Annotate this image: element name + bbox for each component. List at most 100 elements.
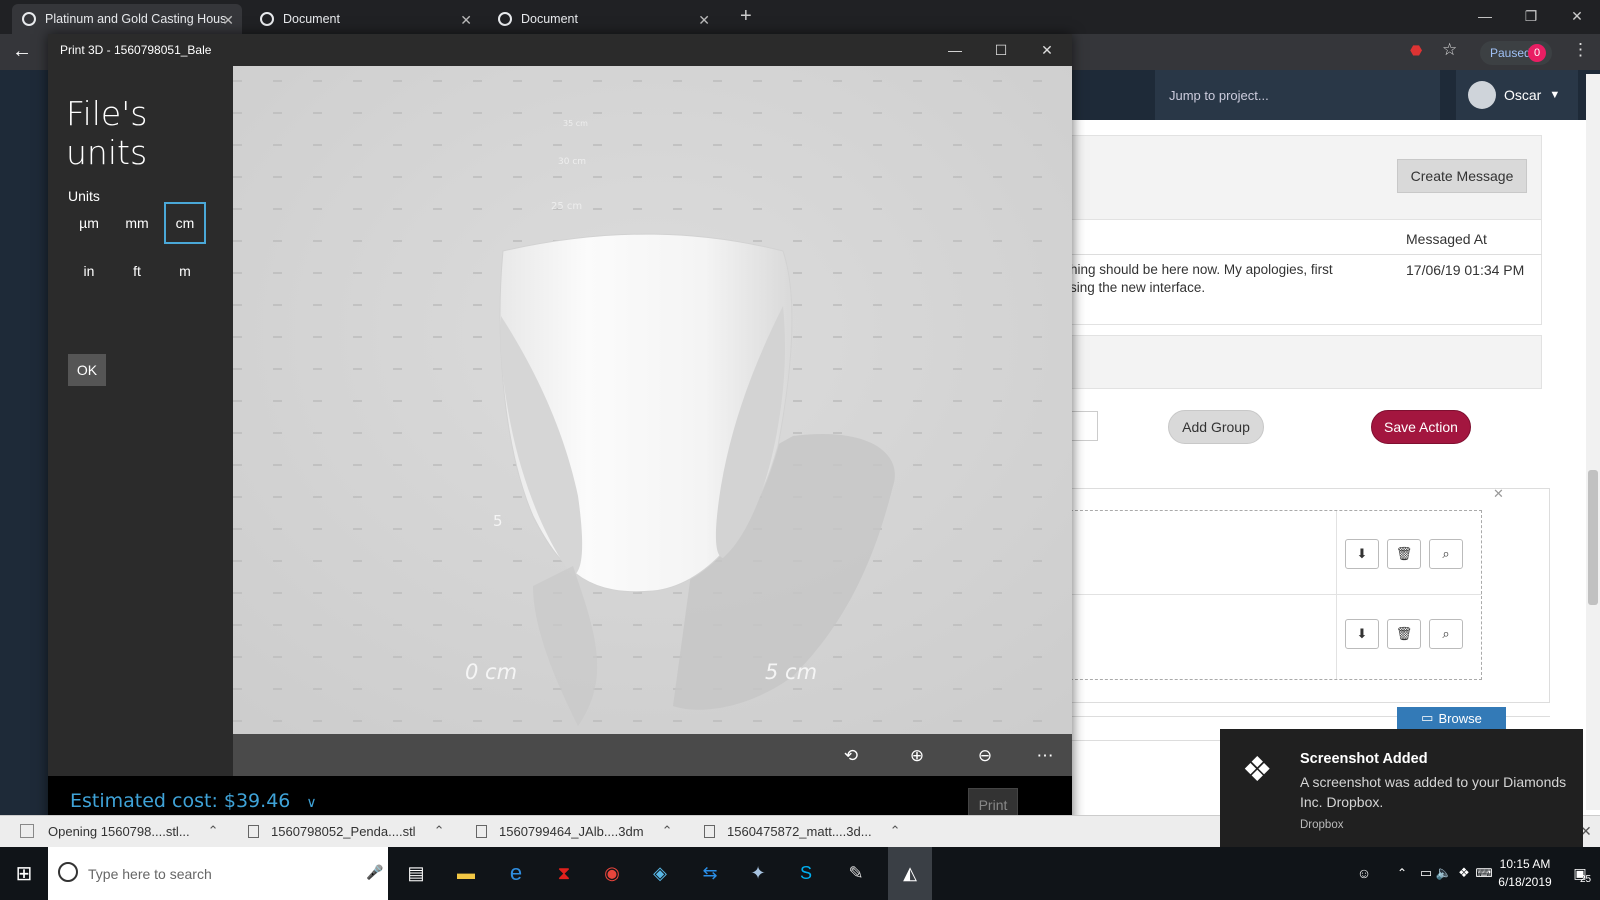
estimated-cost-dropdown[interactable]: Estimated cost: $39.46 ∨ <box>70 790 317 812</box>
chevron-up-icon[interactable]: ⌃ <box>208 823 219 839</box>
toast-title: Screenshot Added <box>1300 751 1428 767</box>
toast-source: Dropbox <box>1300 819 1344 831</box>
app-sidebar <box>0 70 48 815</box>
tab-platinum[interactable]: Platinum and Gold Casting House ✕ <box>12 4 242 34</box>
people-icon[interactable]: ☺ <box>1350 859 1378 887</box>
zoom-out-icon[interactable]: ⊖ <box>971 742 999 770</box>
file-dropzone[interactable] <box>1050 510 1482 680</box>
page-scrollbar[interactable] <box>1586 74 1600 810</box>
unit-um-button[interactable]: µm <box>68 202 110 244</box>
back-arrow-icon[interactable]: ← <box>12 40 32 63</box>
add-group-button[interactable]: Add Group <box>1168 410 1264 444</box>
file-explorer-icon[interactable]: ▬ <box>452 859 480 887</box>
ruler-label-5cm: 5 cm <box>765 660 817 684</box>
download-item[interactable]: 1560475872_matt....3d... ⌃ <box>704 823 900 839</box>
clock[interactable]: 10:15 AM 6/18/2019 <box>1490 855 1560 891</box>
print-3d-taskbar-icon[interactable]: ◭ <box>888 847 932 900</box>
new-tab-button[interactable]: + <box>740 5 752 28</box>
teamviewer-icon[interactable]: ⇆ <box>696 859 724 887</box>
3d-viewport[interactable]: 35 cm 30 cm 25 cm 5 0 cm 5 cm <box>233 66 1072 734</box>
save-action-button[interactable]: Save Action <box>1371 410 1471 444</box>
browse-button[interactable]: ▭ Browse <box>1397 707 1506 729</box>
view-toolbar: ⟲ ⊕ ⊖ ⋯ <box>233 734 1072 776</box>
download-label: Opening 1560798....stl... <box>48 823 190 839</box>
download-icon[interactable]: ⬇ <box>1345 539 1379 569</box>
clock-time: 10:15 AM <box>1499 857 1551 871</box>
dropbox-notification[interactable]: ❖ Screenshot Added A screenshot was adde… <box>1220 729 1583 848</box>
skype-icon[interactable]: S <box>792 859 820 887</box>
toast-body: A screenshot was added to your Diamonds … <box>1300 774 1567 810</box>
minimize-icon[interactable]: — <box>932 34 978 66</box>
extension-icon[interactable]: ⬣ <box>1410 42 1422 59</box>
dropbox-icon: ❖ <box>1242 751 1273 789</box>
profile-paused-button[interactable]: Paused 0 <box>1480 41 1552 65</box>
divider <box>1050 594 1482 595</box>
trash-icon[interactable]: 🗑 <box>1387 619 1421 649</box>
unit-mm-button[interactable]: mm <box>116 202 158 244</box>
zoom-icon[interactable]: ⌕ <box>1429 619 1463 649</box>
app-icon[interactable]: ✎ <box>842 859 870 887</box>
ok-button[interactable]: OK <box>68 354 106 386</box>
download-item[interactable]: 1560798052_Penda....stl ⌃ <box>248 823 444 839</box>
minimize-icon[interactable]: — <box>1462 0 1508 32</box>
microphone-icon[interactable]: 🎤 <box>366 864 383 881</box>
acrobat-icon[interactable]: ⧗ <box>550 859 578 887</box>
tab-label: Document <box>521 12 578 26</box>
chevron-up-icon[interactable]: ⌃ <box>434 823 445 839</box>
tab-document-1[interactable]: Document ✕ <box>250 4 480 34</box>
3d-scene: 35 cm 30 cm 25 cm 5 0 cm 5 cm <box>233 66 1072 734</box>
download-item[interactable]: 1560799464_JAlb....3dm ⌃ <box>476 823 672 839</box>
star-icon[interactable]: ☆ <box>1442 40 1457 60</box>
zoom-in-icon[interactable]: ⊕ <box>903 742 931 770</box>
chevron-up-icon[interactable]: ⌃ <box>662 823 673 839</box>
kebab-menu-icon[interactable]: ⋮ <box>1572 40 1589 60</box>
clock-date: 6/18/2019 <box>1498 875 1552 889</box>
divider <box>1336 511 1337 679</box>
close-icon[interactable]: ✕ <box>222 12 234 29</box>
browser-tab-strip: Platinum and Gold Casting House ✕ Docume… <box>0 0 1600 34</box>
taskbar-search-input[interactable]: Type here to search 🎤 <box>48 847 388 900</box>
paused-count-badge: 0 <box>1528 44 1546 62</box>
estimated-cost: Estimated cost: $39.46 <box>70 790 291 812</box>
maximize-icon[interactable]: ☐ <box>978 34 1024 66</box>
user-name: Oscar <box>1504 87 1542 103</box>
unit-ft-button[interactable]: ft <box>116 250 158 292</box>
ruler-label-30: 30 cm <box>558 157 586 167</box>
more-options-icon[interactable]: ⋯ <box>1031 742 1059 770</box>
close-icon[interactable]: ✕ <box>460 12 472 29</box>
close-window-icon[interactable]: ✕ <box>1554 0 1600 32</box>
edge-icon[interactable]: e <box>502 859 530 887</box>
unit-m-button[interactable]: m <box>164 250 206 292</box>
download-label: 1560799464_JAlb....3dm <box>499 823 644 839</box>
chevron-up-icon[interactable]: ⌃ <box>890 823 901 839</box>
jump-to-project-input[interactable]: Jump to project... <box>1155 70 1440 120</box>
window-title: Print 3D - 1560798051_Bale <box>48 34 1072 66</box>
close-icon[interactable]: ✕ <box>698 12 710 29</box>
unit-in-button[interactable]: in <box>68 250 110 292</box>
notification-count: 25 <box>1580 874 1592 885</box>
task-view-icon[interactable]: ▤ <box>402 859 430 887</box>
scrollbar-thumb[interactable] <box>1588 470 1598 605</box>
app-icon[interactable]: ✦ <box>744 859 772 887</box>
close-icon[interactable]: ✕ <box>1493 486 1504 502</box>
rotate-view-icon[interactable]: ⟲ <box>837 742 865 770</box>
download-icon[interactable]: ⬇ <box>1345 619 1379 649</box>
restore-icon[interactable]: ❐ <box>1508 0 1554 32</box>
globe-icon <box>260 12 274 26</box>
chrome-icon[interactable]: ◉ <box>598 859 626 887</box>
file-icon <box>20 824 34 838</box>
unit-cm-button[interactable]: cm <box>164 202 206 244</box>
close-icon[interactable]: ✕ <box>1024 34 1070 66</box>
create-message-button[interactable]: Create Message <box>1397 159 1527 193</box>
download-label: 1560798052_Penda....stl <box>271 823 416 839</box>
paused-label: Paused <box>1490 46 1531 60</box>
zoom-icon[interactable]: ⌕ <box>1429 539 1463 569</box>
user-menu[interactable]: Oscar ▼ <box>1456 70 1578 120</box>
ruler-label-side: 5 <box>493 512 503 530</box>
windows-start-icon[interactable]: ⊞ <box>10 859 38 887</box>
app-icon[interactable]: ◈ <box>646 859 674 887</box>
trash-icon[interactable]: 🗑 <box>1387 539 1421 569</box>
download-item[interactable]: Opening 1560798....stl... ⌃ <box>48 823 219 839</box>
chevron-down-icon: ▼ <box>1549 89 1561 101</box>
tab-document-2[interactable]: Document ✕ <box>488 4 718 34</box>
